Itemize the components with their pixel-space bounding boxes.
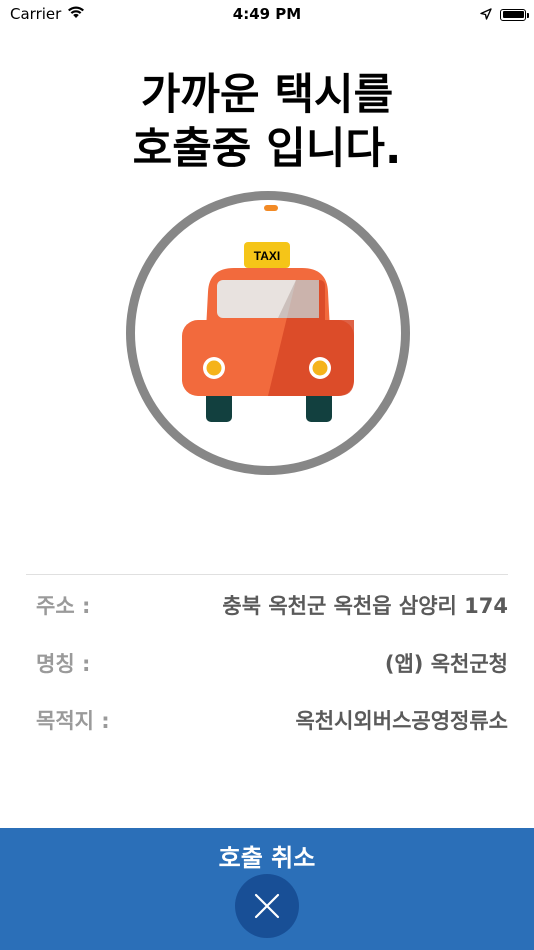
status-bar: Carrier 4:49 PM	[0, 0, 534, 28]
taxi-sign-label: TAXI	[254, 249, 280, 263]
loading-indicator-dot	[264, 205, 278, 211]
status-right	[480, 5, 529, 24]
info-value-name: (앱) 옥천군청	[384, 652, 508, 676]
status-time: 4:49 PM	[232, 5, 302, 23]
info-value-address: 충북 옥천군 옥천읍 삼양리 174	[222, 594, 508, 618]
info-row-name: 명칭 : (앱) 옥천군청	[36, 648, 508, 678]
taxi-icon: TAXI	[182, 242, 354, 422]
info-row-address: 주소 : 충북 옥천군 옥천읍 삼양리 174	[36, 590, 508, 620]
info-row-destination: 목적지 : 옥천시외버스공영정류소	[36, 705, 508, 735]
cancel-call-bar: 호출 취소	[0, 828, 534, 950]
title-line-2: 호출중 입니다.	[132, 124, 402, 174]
info-value-destination: 옥천시외버스공영정류소	[295, 709, 508, 733]
cancel-call-label: 호출 취소	[218, 844, 316, 872]
info-label-destination: 목적지 :	[36, 709, 110, 733]
close-icon	[254, 893, 280, 919]
info-label-name: 명칭 :	[36, 652, 91, 676]
page-title: 가까운 택시를 호출중 입니다.	[0, 68, 534, 176]
info-label-address: 주소 :	[36, 594, 91, 618]
location-arrow-icon	[480, 5, 492, 24]
battery-icon	[500, 8, 529, 21]
title-line-1: 가까운 택시를	[140, 70, 394, 120]
cancel-call-button[interactable]	[235, 874, 299, 938]
info-divider	[26, 574, 508, 575]
